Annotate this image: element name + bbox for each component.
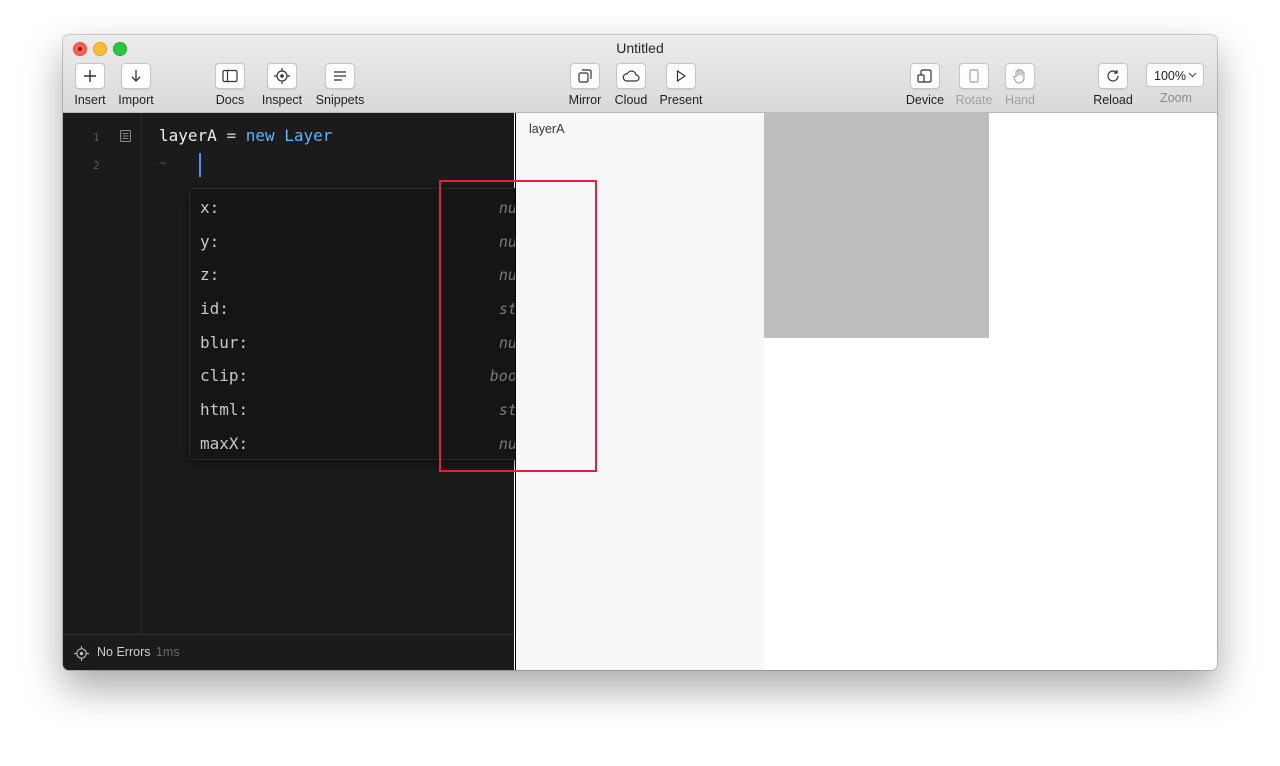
toolbar: Untitled Insert Import Docs Inspect Snip…	[63, 35, 1217, 113]
docs-sidebar-icon	[222, 69, 238, 83]
line-number: 2	[93, 159, 100, 172]
docs-label: Docs	[215, 93, 245, 107]
import-button[interactable]: Import	[116, 63, 156, 107]
hand-label: Hand	[1005, 93, 1035, 107]
inspect-button[interactable]: Inspect	[260, 63, 304, 107]
autocomplete-property: blur:	[200, 333, 249, 352]
device-label: Device	[905, 93, 945, 107]
chevron-down-icon	[1188, 72, 1197, 78]
device-icon	[917, 69, 932, 83]
autocomplete-property: z:	[200, 265, 220, 284]
code-line-1: layerA = new Layer	[159, 126, 332, 145]
snippets-icon	[334, 71, 346, 81]
mirror-button[interactable]: Mirror	[566, 63, 604, 107]
rotate-button[interactable]: Rotate	[952, 63, 996, 107]
cloud-label: Cloud	[614, 93, 648, 107]
line-document-icon[interactable]	[120, 130, 131, 142]
autocomplete-property: clip:	[200, 366, 249, 385]
reload-label: Reload	[1093, 93, 1133, 107]
zoom-select[interactable]: 100%	[1146, 63, 1204, 87]
inspect-label: Inspect	[261, 93, 303, 107]
code-keyword: new	[245, 126, 275, 145]
window-title: Untitled	[616, 40, 664, 56]
present-label: Present	[659, 93, 703, 107]
zoom-label: Zoom	[1160, 91, 1192, 105]
autocomplete-property: html:	[200, 400, 249, 419]
line-gutter: 1 2	[63, 113, 142, 634]
insert-label: Insert	[74, 93, 106, 107]
cloud-button[interactable]: Cloud	[612, 63, 650, 107]
autocomplete-property: maxX:	[200, 434, 249, 453]
code-variable: layerA	[159, 126, 217, 145]
editor-status-bar: No Errors 1ms	[63, 634, 514, 670]
hand-button[interactable]: Hand	[1002, 63, 1038, 107]
text-caret	[199, 153, 201, 177]
device-button[interactable]: Device	[905, 63, 945, 107]
autocomplete-property: id:	[200, 299, 229, 318]
layer-a-preview[interactable]	[764, 113, 989, 338]
zoom-value: 100%	[1154, 69, 1186, 83]
rotate-label: Rotate	[955, 93, 993, 107]
reload-button[interactable]: Reload	[1093, 63, 1133, 107]
layer-list-item[interactable]: layerA	[529, 122, 564, 136]
snippets-label: Snippets	[315, 93, 365, 107]
snippets-button[interactable]: Snippets	[313, 63, 367, 107]
error-status: No Errors	[97, 645, 151, 659]
target-icon	[274, 68, 290, 84]
preview-canvas[interactable]	[764, 113, 1217, 670]
compile-time: 1ms	[155, 645, 180, 659]
highlight-box	[439, 180, 597, 472]
insert-button[interactable]: Insert	[72, 63, 108, 107]
zoom-control: 100% Zoom	[1146, 63, 1206, 105]
docs-button[interactable]: Docs	[213, 63, 247, 107]
line-number: 1	[93, 131, 100, 144]
target-icon[interactable]	[74, 646, 89, 661]
line-end-marker: ¬	[159, 157, 166, 170]
code-class: Layer	[284, 126, 333, 145]
cloud-icon	[622, 70, 640, 82]
autocomplete-property: y:	[200, 232, 220, 251]
code-operator: =	[226, 126, 237, 145]
status-message: No Errors 1ms	[97, 645, 180, 659]
mirror-label: Mirror	[568, 93, 602, 107]
hand-icon	[1013, 68, 1025, 84]
mirror-icon	[578, 69, 592, 83]
autocomplete-property: x:	[200, 198, 220, 217]
import-label: Import	[118, 93, 154, 107]
phone-icon	[969, 69, 979, 83]
reload-icon	[1107, 70, 1119, 82]
plus-icon	[84, 70, 96, 82]
app-window: Untitled Insert Import Docs Inspect Snip…	[63, 35, 1217, 670]
present-button[interactable]: Present	[657, 63, 705, 107]
arrow-down-icon	[131, 70, 141, 82]
play-icon	[676, 70, 686, 82]
